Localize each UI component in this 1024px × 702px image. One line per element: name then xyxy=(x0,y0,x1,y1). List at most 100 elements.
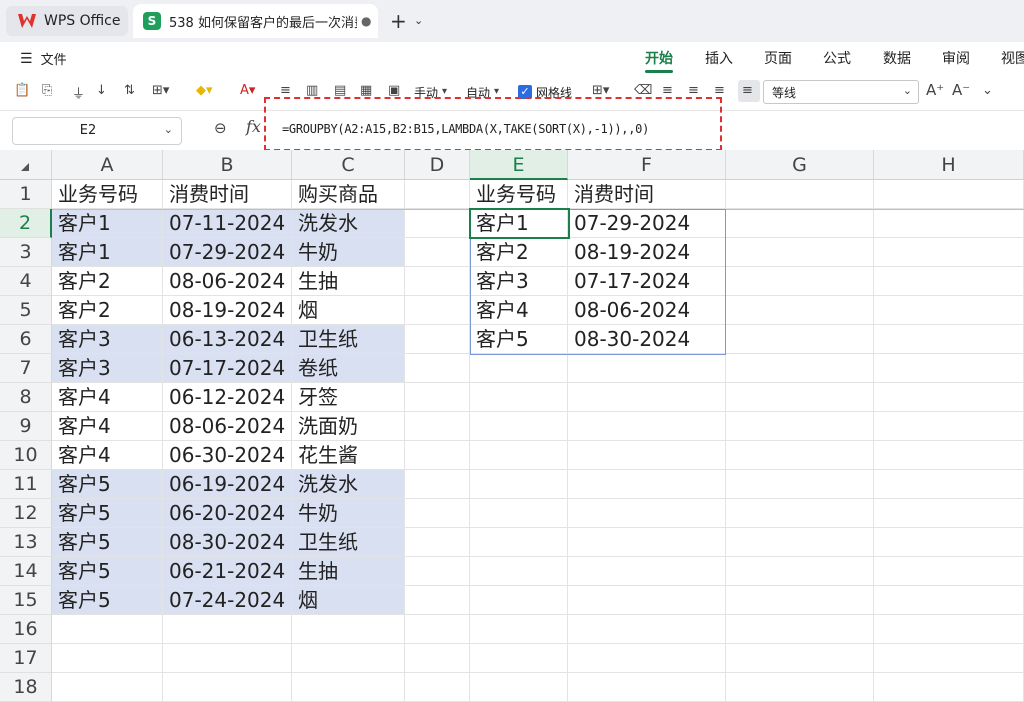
row-header-13[interactable]: 13 xyxy=(0,528,52,557)
font-decrease-icon[interactable]: A⁻ xyxy=(952,81,970,99)
cell-b16[interactable] xyxy=(163,615,292,644)
cell-h5[interactable] xyxy=(874,296,1024,325)
tab-review[interactable]: 审阅 xyxy=(942,48,970,68)
cell-f16[interactable] xyxy=(568,615,726,644)
row-header-18[interactable]: 18 xyxy=(0,673,52,702)
cell-b7[interactable]: 07-17-2024 xyxy=(163,354,292,383)
cell-g7[interactable] xyxy=(726,354,874,383)
cell-d13[interactable] xyxy=(405,528,470,557)
cell-h16[interactable] xyxy=(874,615,1024,644)
gridlines-checkbox[interactable]: ✓ xyxy=(518,85,532,99)
tab-insert[interactable]: 插入 xyxy=(705,48,733,68)
cell-e13[interactable] xyxy=(470,528,568,557)
cell-g5[interactable] xyxy=(726,296,874,325)
cell-c11[interactable]: 洗发水 xyxy=(292,470,405,499)
cell-g16[interactable] xyxy=(726,615,874,644)
cell-e1[interactable]: 业务号码 xyxy=(470,180,568,209)
select-all-corner[interactable] xyxy=(0,150,52,180)
cell-g9[interactable] xyxy=(726,412,874,441)
cell-a16[interactable] xyxy=(52,615,163,644)
cell-e10[interactable] xyxy=(470,441,568,470)
cell-a11[interactable]: 客户5 xyxy=(52,470,163,499)
cell-d7[interactable] xyxy=(405,354,470,383)
cell-h11[interactable] xyxy=(874,470,1024,499)
cell-g17[interactable] xyxy=(726,644,874,673)
row-header-3[interactable]: 3 xyxy=(0,238,52,267)
column-header-e[interactable]: E xyxy=(470,150,568,180)
cell-c15[interactable]: 烟 xyxy=(292,586,405,615)
sort-asc-icon[interactable]: ↓ xyxy=(96,83,107,98)
row-header-1[interactable]: 1 xyxy=(0,180,52,209)
cell-g11[interactable] xyxy=(726,470,874,499)
chevron-down-icon[interactable]: ▾ xyxy=(442,86,447,97)
column-header-g[interactable]: G xyxy=(726,150,874,180)
cell-b5[interactable]: 08-19-2024 xyxy=(163,296,292,325)
font-color-icon[interactable]: A▾ xyxy=(240,83,255,98)
cell-a18[interactable] xyxy=(52,673,163,702)
cell-a8[interactable]: 客户4 xyxy=(52,383,163,412)
cell-d5[interactable] xyxy=(405,296,470,325)
tab-data[interactable]: 数据 xyxy=(883,48,911,68)
cell-g18[interactable] xyxy=(726,673,874,702)
cell-h15[interactable] xyxy=(874,586,1024,615)
cell-f12[interactable] xyxy=(568,499,726,528)
cell-b11[interactable]: 06-19-2024 xyxy=(163,470,292,499)
row-header-14[interactable]: 14 xyxy=(0,557,52,586)
cell-h9[interactable] xyxy=(874,412,1024,441)
cell-f9[interactable] xyxy=(568,412,726,441)
cell-f13[interactable] xyxy=(568,528,726,557)
cell-b1[interactable]: 消费时间 xyxy=(163,180,292,209)
cell-b15[interactable]: 07-24-2024 xyxy=(163,586,292,615)
cell-f2[interactable]: 07-29-2024 xyxy=(568,209,726,238)
cell-d16[interactable] xyxy=(405,615,470,644)
cell-f7[interactable] xyxy=(568,354,726,383)
file-menu[interactable]: ☰ 文件 xyxy=(20,49,67,69)
cell-h3[interactable] xyxy=(874,238,1024,267)
cell-d11[interactable] xyxy=(405,470,470,499)
column-header-f[interactable]: F xyxy=(568,150,726,180)
row-header-16[interactable]: 16 xyxy=(0,615,52,644)
formula-input[interactable]: =GROUPBY(A2:A15,B2:B15,LAMBDA(X,TAKE(SOR… xyxy=(272,117,1012,143)
cell-e6[interactable]: 客户5 xyxy=(470,325,568,354)
cell-c7[interactable]: 卷纸 xyxy=(292,354,405,383)
cell-a15[interactable]: 客户5 xyxy=(52,586,163,615)
cell-d4[interactable] xyxy=(405,267,470,296)
cell-e12[interactable] xyxy=(470,499,568,528)
row-header-10[interactable]: 10 xyxy=(0,441,52,470)
cell-g2[interactable] xyxy=(726,209,874,238)
row-header-17[interactable]: 17 xyxy=(0,644,52,673)
unsaved-dot-icon[interactable]: ● xyxy=(361,14,371,28)
cell-b18[interactable] xyxy=(163,673,292,702)
cell-a6[interactable]: 客户3 xyxy=(52,325,163,354)
cell-h2[interactable] xyxy=(874,209,1024,238)
cell-b3[interactable]: 07-29-2024 xyxy=(163,238,292,267)
cell-d3[interactable] xyxy=(405,238,470,267)
cell-c4[interactable]: 生抽 xyxy=(292,267,405,296)
cell-b17[interactable] xyxy=(163,644,292,673)
cell-a2[interactable]: 客户1 xyxy=(52,209,163,238)
cell-f18[interactable] xyxy=(568,673,726,702)
cell-e18[interactable] xyxy=(470,673,568,702)
freeze-icon[interactable]: ▣ xyxy=(388,83,400,98)
cell-b12[interactable]: 06-20-2024 xyxy=(163,499,292,528)
table-icon[interactable]: ▦ xyxy=(360,83,372,98)
cell-g3[interactable] xyxy=(726,238,874,267)
cell-a14[interactable]: 客户5 xyxy=(52,557,163,586)
cell-a5[interactable]: 客户2 xyxy=(52,296,163,325)
cell-f5[interactable]: 08-06-2024 xyxy=(568,296,726,325)
row-header-12[interactable]: 12 xyxy=(0,499,52,528)
zoom-icon[interactable]: ⊖ xyxy=(214,119,227,137)
cell-d6[interactable] xyxy=(405,325,470,354)
cell-b8[interactable]: 06-12-2024 xyxy=(163,383,292,412)
cell-d2[interactable] xyxy=(405,209,470,238)
cell-a7[interactable]: 客户3 xyxy=(52,354,163,383)
tab-home[interactable]: 开始 xyxy=(645,48,673,68)
cell-g15[interactable] xyxy=(726,586,874,615)
cell-d14[interactable] xyxy=(405,557,470,586)
cell-a9[interactable]: 客户4 xyxy=(52,412,163,441)
chevron-down-icon[interactable]: ⌄ xyxy=(414,14,423,27)
column-header-b[interactable]: B xyxy=(163,150,292,180)
cell-e15[interactable] xyxy=(470,586,568,615)
cell-c9[interactable]: 洗面奶 xyxy=(292,412,405,441)
chevron-down-icon[interactable]: ▾ xyxy=(494,86,499,97)
